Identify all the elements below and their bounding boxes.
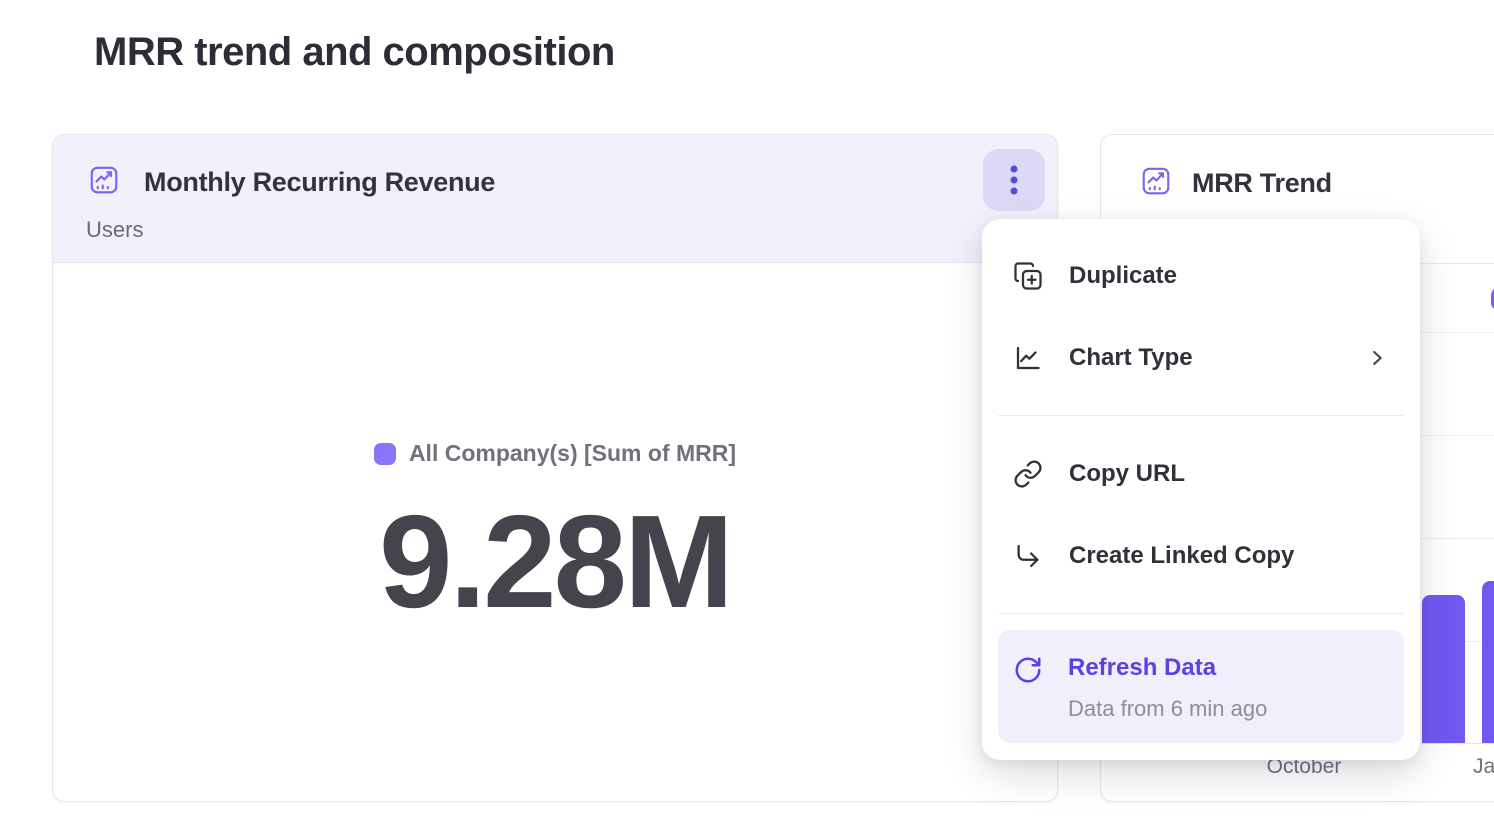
chevron-right-icon — [1366, 347, 1388, 369]
mrr-big-value: 9.28M — [53, 487, 1057, 637]
mrr-number-card: Monthly Recurring Revenue Users All Comp… — [52, 134, 1058, 802]
menu-item-label: Duplicate — [1069, 262, 1177, 290]
card-context-menu: Duplicate Chart Type Copy URL — [982, 219, 1420, 760]
x-tick-january: January — [1473, 755, 1494, 779]
menu-item-label: Create Linked Copy — [1069, 542, 1294, 570]
menu-item-create-linked-copy[interactable]: Create Linked Copy — [982, 528, 1420, 584]
mrr-card-title: Monthly Recurring Revenue — [144, 167, 495, 198]
menu-item-copy-url[interactable]: Copy URL — [982, 446, 1420, 502]
menu-item-duplicate[interactable]: Duplicate — [982, 248, 1420, 304]
legend-label: All Company(s) [Sum of MRR] — [409, 440, 736, 467]
mrr-legend: All Company(s) [Sum of MRR] — [53, 440, 1057, 467]
menu-item-label: Chart Type — [1069, 344, 1193, 372]
refresh-data-sublabel: Data from 6 min ago — [1068, 696, 1267, 722]
duplicate-icon — [1013, 261, 1043, 291]
chart-icon — [1141, 166, 1171, 196]
menu-divider — [998, 613, 1404, 614]
trend-bar — [1482, 581, 1494, 743]
linked-copy-icon — [1013, 541, 1043, 571]
chart-type-icon — [1013, 343, 1043, 373]
menu-item-refresh-data[interactable]: Refresh Data Data from 6 min ago — [998, 630, 1404, 743]
menu-item-chart-type[interactable]: Chart Type — [982, 330, 1420, 386]
trend-bar — [1422, 595, 1465, 743]
link-icon — [1013, 459, 1043, 489]
trend-card-title: MRR Trend — [1192, 168, 1332, 199]
legend-swatch — [374, 443, 396, 465]
refresh-icon — [1013, 655, 1043, 685]
mrr-card-subtitle: Users — [86, 217, 143, 243]
menu-divider — [998, 415, 1404, 416]
mrr-card-header: Monthly Recurring Revenue Users — [53, 135, 1057, 263]
page-title: MRR trend and composition — [94, 30, 615, 75]
refresh-data-label: Refresh Data — [1068, 654, 1216, 682]
menu-item-label: Copy URL — [1069, 460, 1185, 488]
card-menu-button[interactable] — [983, 149, 1045, 211]
chart-icon — [89, 165, 119, 195]
